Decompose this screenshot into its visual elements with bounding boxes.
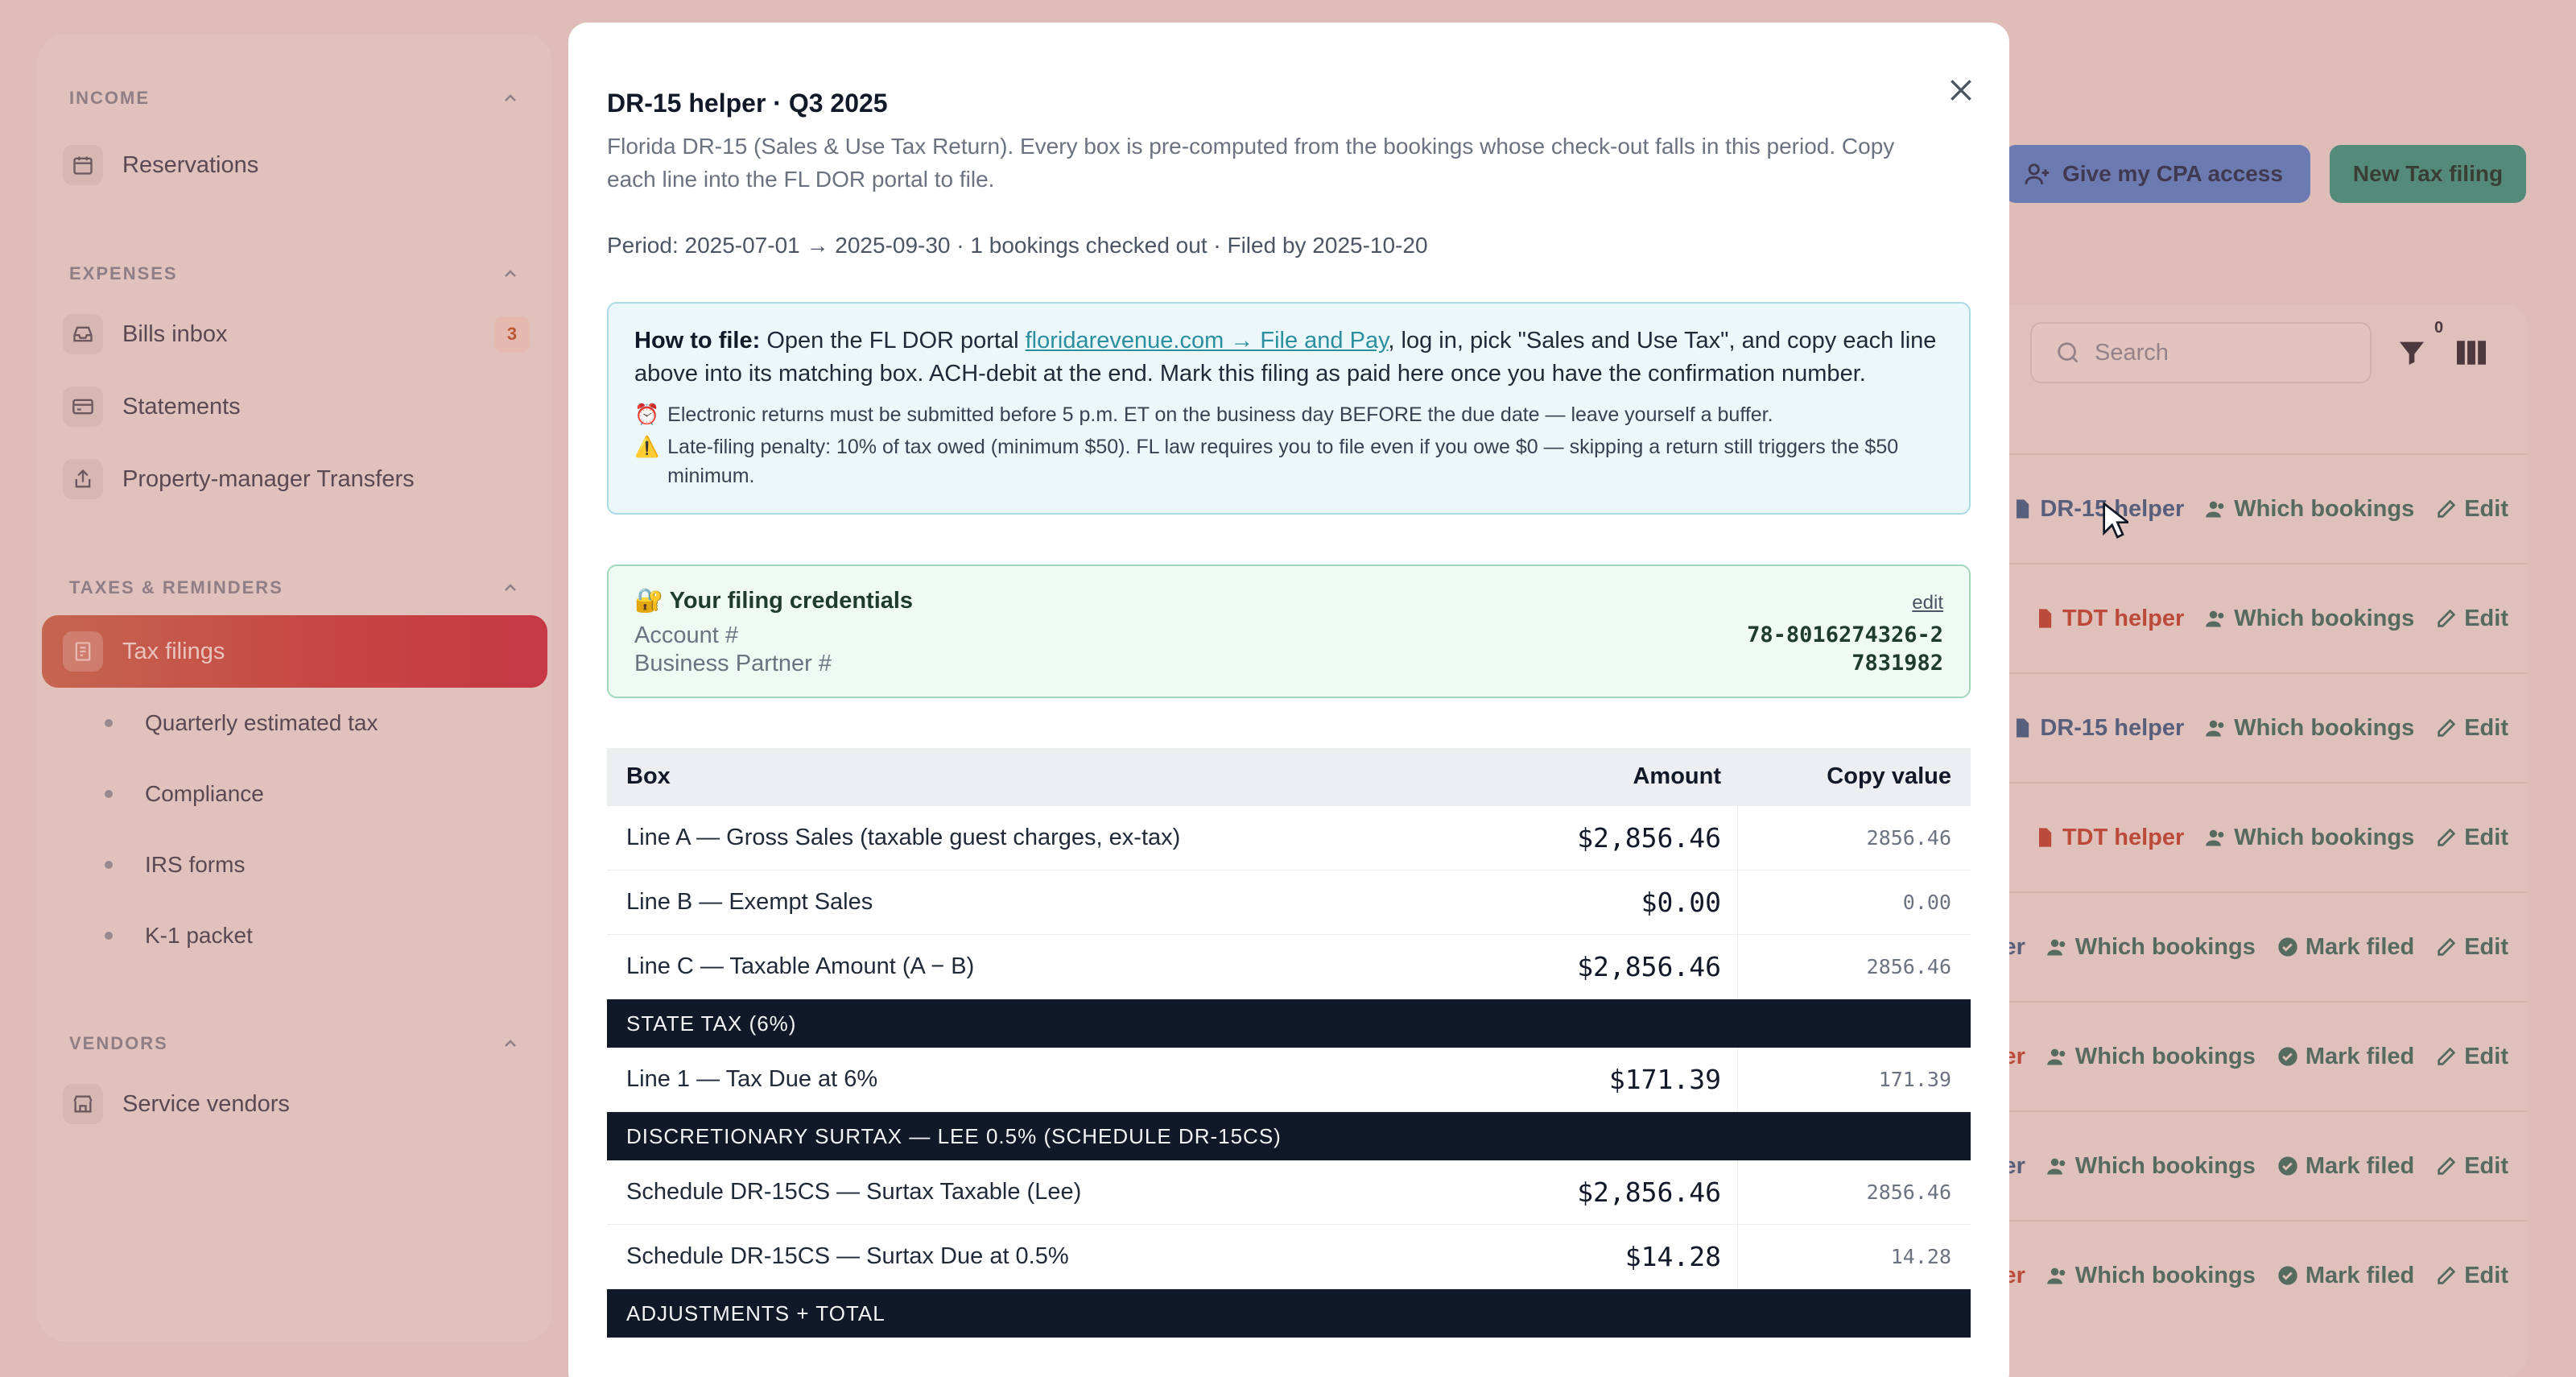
- box-label: Line 1 — Tax Due at 6%: [626, 1066, 878, 1092]
- business-partner-label: Business Partner #: [634, 651, 832, 676]
- credentials-title: 🔐 Your filing credentials: [634, 587, 1943, 614]
- account-number-label: Account #: [634, 622, 738, 648]
- deadline-note-text: Electronic returns must be submitted bef…: [667, 403, 1773, 426]
- amount-value: $171.39: [1608, 1064, 1721, 1095]
- credentials-title-text: Your filing credentials: [669, 588, 914, 614]
- business-partner-row: Business Partner # 7831982: [634, 651, 1943, 677]
- copy-value[interactable]: 2856.46: [1737, 806, 1971, 870]
- box-label: Schedule DR-15CS — Surtax Due at 0.5%: [626, 1243, 1069, 1269]
- deadline-note: ⏰ Electronic returns must be submitted be…: [634, 400, 1943, 429]
- modal-description: Florida DR-15 (Sales & Use Tax Return). …: [607, 134, 1895, 192]
- box-label: Line A — Gross Sales (taxable guest char…: [626, 825, 1181, 850]
- box-label: Line B — Exempt Sales: [626, 889, 873, 915]
- table-row: Line C — Taxable Amount (A − B) $2,856.4…: [607, 935, 1971, 999]
- penalty-note: ⚠️ Late-filing penalty: 10% of tax owed (…: [634, 432, 1943, 490]
- amount-value: $2,856.46: [1577, 822, 1721, 854]
- filing-credentials-box: 🔐 Your filing credentials edit Account #…: [607, 564, 1971, 698]
- copy-value[interactable]: 0.00: [1737, 870, 1971, 934]
- business-partner-value: 7831982: [1852, 651, 1943, 676]
- penalty-note-text: Late-filing penalty: 10% of tax owed (mi…: [667, 436, 1899, 487]
- how-to-file-intro: Open the FL DOR portal: [760, 328, 1026, 354]
- fl-dor-portal-link[interactable]: floridarevenue.com → File and Pay: [1026, 328, 1389, 354]
- close-button[interactable]: [1942, 71, 1980, 110]
- amount-value: $2,856.46: [1577, 1176, 1721, 1208]
- copy-value[interactable]: 171.39: [1737, 1048, 1971, 1111]
- how-to-file-text: How to file: Open the FL DOR portal flor…: [634, 325, 1943, 391]
- alarm-clock-icon: ⏰: [634, 403, 660, 426]
- amount-value: $0.00: [1641, 887, 1721, 918]
- how-to-file-label: How to file:: [634, 328, 761, 354]
- col-amount: Amount: [1633, 763, 1721, 789]
- account-number-row: Account # 78-8016274326-2: [634, 622, 1943, 649]
- table-row: Schedule DR-15CS — Surtax Taxable (Lee) …: [607, 1160, 1971, 1225]
- copy-value[interactable]: 14.28: [1737, 1225, 1971, 1288]
- table-row: Schedule DR-15CS — Surtax Due at 0.5% $1…: [607, 1225, 1971, 1289]
- how-to-file-box: How to file: Open the FL DOR portal flor…: [607, 302, 1971, 515]
- section-band-state-tax: STATE TAX (6%): [607, 999, 1971, 1048]
- table-row: Line B — Exempt Sales $0.00 0.00: [607, 870, 1971, 935]
- amount-value: $14.28: [1624, 1241, 1721, 1272]
- edit-credentials-link[interactable]: edit: [1912, 592, 1943, 614]
- box-label: Line C — Taxable Amount (A − B): [626, 953, 975, 979]
- col-box: Box: [626, 763, 671, 789]
- dr15-lines-table: Box Amount Copy value Line A — Gross Sal…: [607, 748, 1971, 1338]
- box-label: Schedule DR-15CS — Surtax Taxable (Lee): [626, 1179, 1082, 1205]
- period-summary: Period: 2025-07-01 → 2025-09-30 · 1 book…: [607, 233, 1428, 258]
- section-band-adjustments: ADJUSTMENTS + TOTAL: [607, 1289, 1971, 1338]
- account-number-value: 78-8016274326-2: [1747, 622, 1943, 647]
- amount-value: $2,856.46: [1577, 951, 1721, 982]
- mouse-cursor-icon: [2103, 501, 2128, 539]
- lock-icon: 🔐: [634, 588, 664, 614]
- close-icon: [1951, 80, 1971, 101]
- modal-title: DR-15 helper · Q3 2025: [607, 89, 888, 118]
- dr15-helper-modal: DR-15 helper · Q3 2025 Florida DR-15 (Sa…: [568, 23, 2009, 1377]
- table-row: Line 1 — Tax Due at 6% $171.39 171.39: [607, 1048, 1971, 1112]
- table-row: Line A — Gross Sales (taxable guest char…: [607, 806, 1971, 870]
- warning-icon: ⚠️: [634, 436, 660, 458]
- copy-value[interactable]: 2856.46: [1737, 935, 1971, 999]
- col-copy-value: Copy value: [1827, 763, 1951, 789]
- table-header: Box Amount Copy value: [607, 748, 1971, 806]
- copy-value[interactable]: 2856.46: [1737, 1160, 1971, 1224]
- section-band-surtax: DISCRETIONARY SURTAX — LEE 0.5% (SCHEDUL…: [607, 1112, 1971, 1160]
